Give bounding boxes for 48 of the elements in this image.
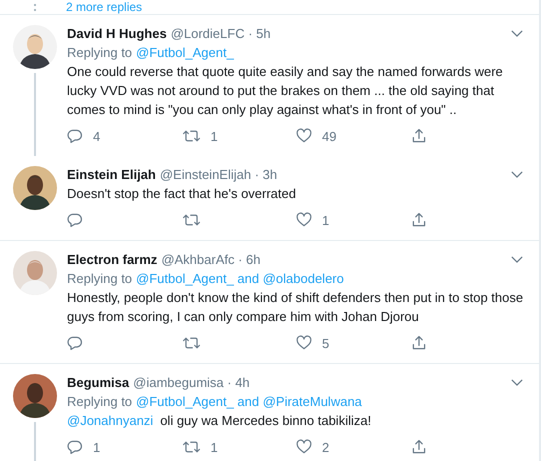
user-name[interactable]: David H Hughes bbox=[67, 26, 167, 41]
replying-to-link[interactable]: @Futbol_Agent_ and @olabodelero bbox=[136, 269, 344, 288]
chevron-down-icon[interactable] bbox=[511, 379, 523, 386]
chevron-down-icon[interactable] bbox=[511, 171, 523, 178]
replying-to-label: Replying to bbox=[67, 44, 132, 62]
chevron-down-icon[interactable] bbox=[511, 30, 523, 37]
heart-icon[interactable] bbox=[296, 439, 312, 455]
reply-icon[interactable] bbox=[67, 212, 83, 228]
tweet-text: Honestly, people don't know the kind of shift defenders then put in to stop those guys from scoring, I can only compare him with Johan Djorou bbox=[67, 289, 524, 326]
reply-icon[interactable] bbox=[67, 335, 83, 351]
user-handle[interactable]: @AkhbarAfc · 6h bbox=[161, 252, 260, 267]
tweet-text: Doesn't stop the fact that he's overrated bbox=[67, 185, 296, 203]
replying-to-link[interactable]: @Futbol_Agent_ bbox=[136, 43, 234, 62]
tweet-text: One could reverse that quote quite easily and say the named forwards were lucky VVD was not around to put the brakes on them ... the old saying that comes to mind is "you can only play against what's in front of you" .. bbox=[67, 63, 504, 119]
reply-icon[interactable] bbox=[67, 128, 83, 144]
replying-to-label: Replying to bbox=[67, 270, 132, 288]
retweet-icon[interactable] bbox=[182, 128, 200, 144]
replying-to-link[interactable]: @Futbol_Agent_ and @PirateMulwana bbox=[136, 392, 362, 411]
reply-count: 1 bbox=[93, 440, 100, 454]
share-icon[interactable] bbox=[410, 212, 426, 228]
retweet-icon[interactable] bbox=[182, 439, 200, 455]
replying-to-label: Replying to bbox=[67, 393, 132, 411]
retweet-count: 1 bbox=[210, 440, 218, 454]
like-count: 2 bbox=[322, 440, 330, 454]
heart-icon[interactable] bbox=[296, 128, 312, 144]
share-icon[interactable] bbox=[410, 335, 426, 351]
share-icon[interactable] bbox=[410, 128, 426, 144]
heart-icon[interactable] bbox=[296, 335, 312, 351]
retweet-count: 1 bbox=[210, 128, 218, 144]
mention-link[interactable]: @Jonahnyanzi bbox=[67, 413, 154, 428]
reply-icon[interactable] bbox=[67, 439, 83, 455]
user-handle[interactable]: @iambegumisa · 4h bbox=[133, 375, 250, 390]
heart-icon[interactable] bbox=[296, 212, 312, 228]
share-icon[interactable] bbox=[410, 439, 426, 455]
tweet-text: oli guy wa Mercedes binno tabikiliza! bbox=[160, 412, 372, 430]
retweet-icon[interactable] bbox=[182, 335, 200, 351]
more-replies-link[interactable]: 2 more replies bbox=[66, 0, 142, 14]
chevron-down-icon[interactable] bbox=[511, 256, 523, 263]
user-name[interactable]: Electron farmz bbox=[67, 252, 158, 267]
like-count: 49 bbox=[322, 128, 336, 144]
like-count: 1 bbox=[322, 212, 330, 228]
user-name[interactable]: Begumisa bbox=[67, 375, 130, 390]
like-count: 5 bbox=[322, 336, 330, 350]
user-handle[interactable]: @EinsteinElijah · 3h bbox=[160, 167, 278, 182]
user-handle[interactable]: @LordieLFC · 5h bbox=[170, 26, 271, 41]
reply-count: 4 bbox=[93, 128, 100, 144]
user-name[interactable]: Einstein Elijah bbox=[67, 167, 156, 182]
retweet-icon[interactable] bbox=[182, 212, 200, 228]
